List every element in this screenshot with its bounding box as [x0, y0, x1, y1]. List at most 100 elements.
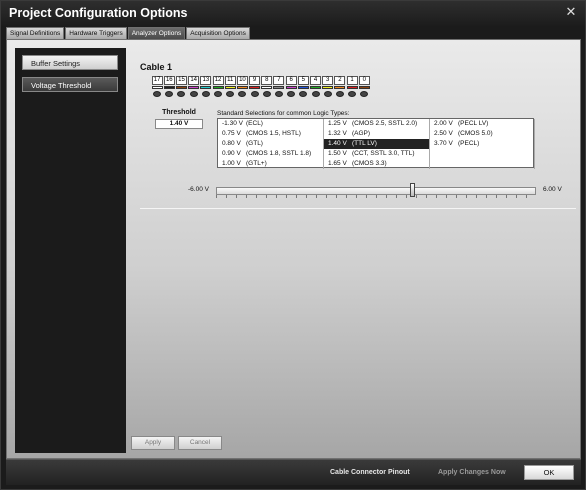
cable-pin: 4 — [309, 76, 322, 97]
cable-connector-pinout-link[interactable]: Cable Connector Pinout — [330, 469, 410, 476]
pin-color-swatch — [224, 86, 236, 89]
config-window: Project Configuration Options ✕ Signal D… — [0, 0, 586, 490]
pin-connector-icon — [226, 91, 235, 97]
logic-name: (PECL) — [458, 140, 480, 147]
pin-number: 2 — [334, 76, 346, 85]
logic-type-option[interactable]: 1.00 V (GTL+) — [218, 159, 324, 169]
logic-voltage: 2.00 V — [434, 120, 453, 127]
logic-type-option[interactable]: 1.65 V (CMOS 3.3) — [324, 159, 430, 169]
cable-pin: 0 — [358, 76, 370, 97]
close-icon[interactable]: ✕ — [564, 5, 578, 19]
cable-pin: 2 — [334, 76, 346, 97]
apply-button[interactable]: Apply — [131, 436, 175, 450]
pin-number: 13 — [200, 76, 212, 85]
tab-analyzer-options[interactable]: Analyzer Options — [127, 27, 186, 39]
threshold-slider-ticks — [216, 195, 536, 198]
cable-pin: 11 — [224, 76, 236, 97]
pin-connector-icon — [214, 91, 223, 97]
logic-voltage: 1.25 V — [328, 120, 347, 127]
pin-color-swatch — [188, 86, 200, 89]
logic-voltage: 2.50 V — [434, 130, 453, 137]
logic-name: (CMOS 2.5, SSTL 2.0) — [352, 120, 418, 127]
ok-button[interactable]: OK — [524, 465, 574, 480]
section-divider — [140, 208, 576, 209]
logic-type-option[interactable]: 1.32 V (AGP) — [324, 129, 430, 139]
logic-voltage: 1.50 V — [328, 150, 347, 157]
logic-type-option[interactable]: 3.70 V (PECL) — [430, 139, 535, 149]
logic-type-option[interactable]: 0.90 V (CMOS 1.8, SSTL 1.8) — [218, 149, 324, 159]
cancel-button[interactable]: Cancel — [178, 436, 222, 450]
logic-voltage: 1.00 V — [222, 160, 241, 167]
logic-type-option[interactable]: 1.25 V (CMOS 2.5, SSTL 2.0) — [324, 119, 430, 129]
pin-number: 0 — [358, 76, 370, 85]
slider-max-label: 6.00 V — [543, 186, 562, 193]
pin-connector-icon — [165, 91, 174, 97]
pin-color-swatch — [200, 86, 212, 89]
pin-color-swatch — [249, 86, 261, 89]
pin-color-swatch — [334, 86, 346, 89]
logic-voltage: 0.90 V — [222, 150, 241, 157]
pin-color-swatch — [212, 86, 224, 89]
cable-pin: 10 — [236, 76, 248, 97]
logic-name: (CMOS 3.3) — [352, 160, 387, 167]
apply-changes-now-button[interactable]: Apply Changes Now — [438, 469, 506, 476]
logic-type-option[interactable]: 0.75 V (CMOS 1.5, HSTL) — [218, 129, 324, 139]
logic-type-option[interactable]: 2.50 V (CMOS 5.0) — [430, 129, 535, 139]
pin-color-swatch — [163, 86, 175, 89]
slider-min-label: -6.00 V — [188, 186, 209, 193]
pin-number: 17 — [151, 76, 163, 85]
cable-pin: 9 — [249, 76, 261, 97]
logic-type-option[interactable]: 2.00 V (PECL LV) — [430, 119, 535, 129]
cable-pin: 6 — [285, 76, 297, 97]
cable-pin: 16 — [163, 76, 175, 97]
logic-voltage: 0.80 V — [222, 140, 241, 147]
pin-connector-icon — [238, 91, 247, 97]
pin-color-swatch — [175, 86, 187, 89]
pin-color-swatch — [261, 86, 273, 89]
title-bar: Project Configuration Options ✕ — [1, 1, 585, 26]
threshold-slider-track[interactable] — [216, 187, 536, 195]
cable-pin-strip: 17 16 15 14 13 12 11 10 9 8 7 6 5 4 3 2 1 0 — [151, 76, 370, 97]
cable-pin: 14 — [188, 76, 200, 97]
threshold-value: 1.40 V — [155, 119, 203, 129]
logic-name: (TTL LV) — [352, 140, 377, 147]
pin-number: 3 — [322, 76, 334, 85]
pin-number: 1 — [346, 76, 358, 85]
logic-type-empty — [430, 159, 535, 169]
tab-acquisition-options[interactable]: Acquisition Options — [186, 27, 250, 39]
cable-pin: 1 — [346, 76, 358, 97]
sidebar-item-voltage-threshold[interactable]: Voltage Threshold — [22, 77, 118, 92]
cable-pin: 13 — [200, 76, 212, 97]
pin-connector-icon — [348, 91, 357, 97]
pin-connector-icon — [262, 91, 271, 97]
logic-type-option[interactable]: 1.40 V (TTL LV) — [324, 139, 430, 149]
pin-connector-icon — [323, 91, 332, 97]
logic-type-empty — [430, 149, 535, 159]
logic-name: (GTL+) — [246, 160, 267, 167]
pin-number: 4 — [310, 76, 322, 85]
pin-color-swatch — [322, 86, 334, 89]
logic-voltage: 0.75 V — [222, 130, 241, 137]
logic-name: (CCT, SSTL 3.0, TTL) — [352, 150, 415, 157]
threshold-slider-thumb[interactable] — [410, 183, 416, 197]
tab-signal-definitions[interactable]: Signal Definitions — [6, 27, 65, 39]
pin-connector-icon — [335, 91, 344, 97]
logic-name: (GTL) — [246, 140, 263, 147]
pin-connector-icon — [153, 91, 162, 97]
tab-hardware-triggers[interactable]: Hardware Triggers — [65, 27, 127, 39]
pin-connector-icon — [177, 91, 186, 97]
sidebar-item-buffer-settings[interactable]: Buffer Settings — [22, 55, 118, 70]
cable-title: Cable 1 — [140, 62, 173, 72]
pin-number: 5 — [297, 76, 309, 85]
cable-pin: 17 — [151, 76, 163, 97]
pin-connector-icon — [287, 91, 296, 97]
pin-connector-icon — [311, 91, 320, 97]
logic-type-option[interactable]: 1.50 V (CCT, SSTL 3.0, TTL) — [324, 149, 430, 159]
logic-type-option[interactable]: 0.80 V (GTL) — [218, 139, 324, 149]
cable-pin: 7 — [273, 76, 285, 97]
pin-color-swatch — [346, 86, 358, 89]
logic-type-option[interactable]: -1.30 V (ECL) — [218, 119, 324, 129]
window-title: Project Configuration Options — [9, 6, 188, 20]
pin-color-swatch — [151, 86, 163, 89]
footer-bar: Cable Connector Pinout Apply Changes Now… — [6, 459, 581, 485]
